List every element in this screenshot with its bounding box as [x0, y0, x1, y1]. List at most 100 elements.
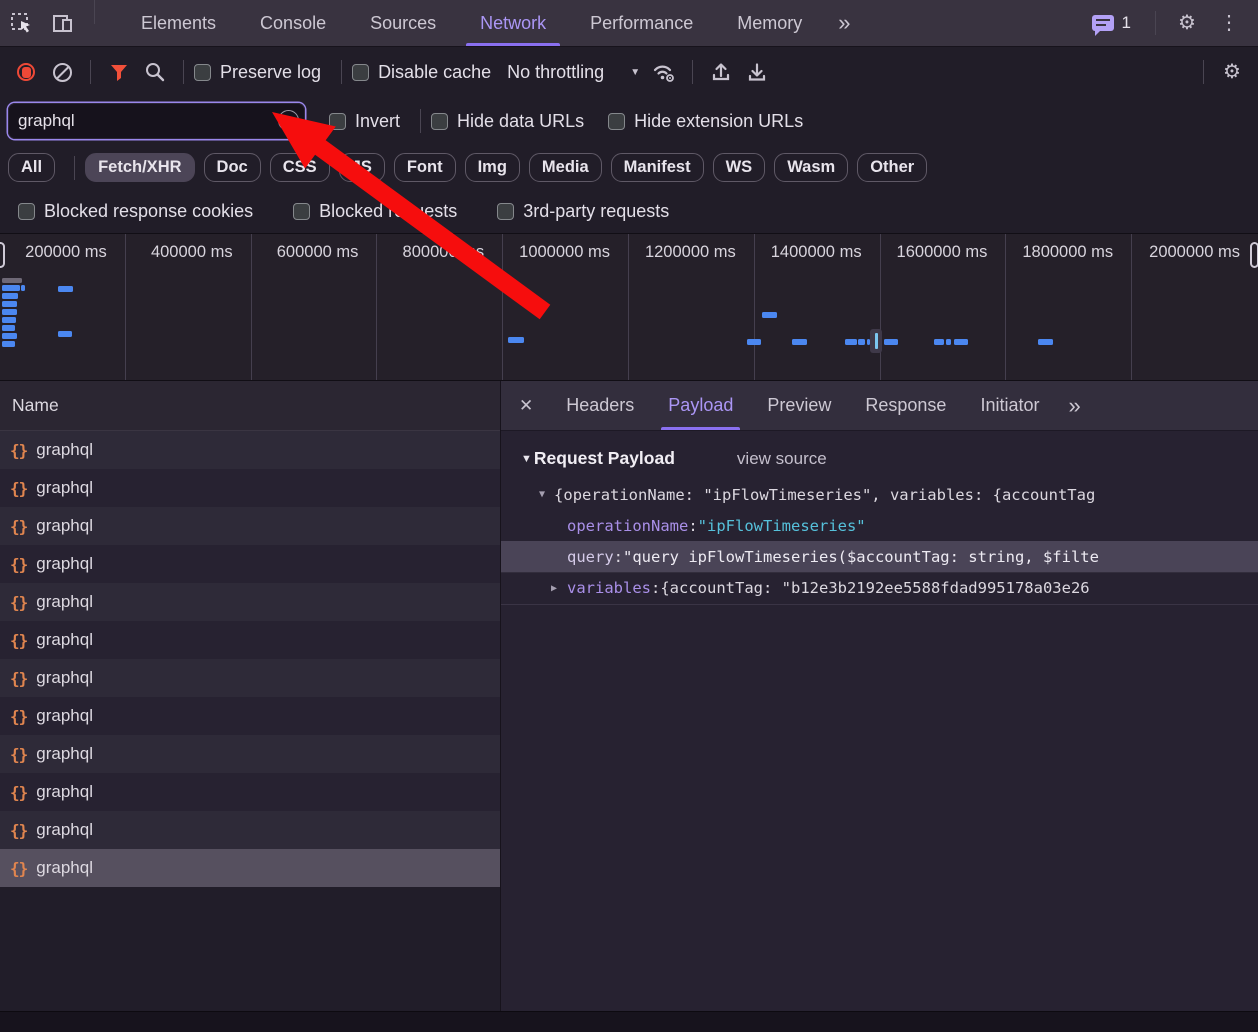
divider — [341, 60, 342, 84]
divider — [692, 60, 693, 84]
type-chip-ws[interactable]: WS — [713, 153, 766, 182]
timeline-column: 600000 ms — [252, 234, 378, 380]
name-column-header[interactable]: Name — [0, 381, 500, 431]
export-har-icon[interactable] — [739, 55, 775, 89]
timeline-column: 400000 ms — [126, 234, 252, 380]
type-chip-fetchxhr[interactable]: Fetch/XHR — [85, 153, 194, 182]
timeline-tick-label: 1400000 ms — [771, 243, 880, 261]
device-toolbar-icon[interactable] — [42, 0, 84, 46]
blocked-response-cookies-checkbox[interactable] — [18, 203, 35, 220]
timeline-request-bar — [1038, 339, 1053, 345]
disable-cache-checkbox[interactable] — [352, 64, 369, 81]
payload-root-row[interactable]: ▼ {operationName: "ipFlowTimeseries", va… — [501, 479, 1258, 510]
payload-entries: operationName: "ipFlowTimeseries"query: … — [501, 510, 1258, 603]
network-overview-timeline[interactable]: 200000 ms400000 ms600000 ms800000 ms1000… — [0, 233, 1258, 381]
request-name: graphql — [36, 706, 93, 726]
tab-network[interactable]: Network — [458, 0, 568, 46]
timeline-request-bar — [792, 339, 807, 345]
request-row[interactable]: {}graphql — [0, 811, 500, 849]
main-tabs: ElementsConsoleSourcesNetworkPerformance… — [119, 0, 824, 46]
view-source-link[interactable]: view source — [737, 449, 827, 469]
type-chip-all[interactable]: All — [8, 153, 55, 182]
timeline-request-bar — [2, 285, 20, 291]
request-row[interactable]: {}graphql — [0, 849, 500, 887]
type-filter-chips: All Fetch/XHR Doc CSS JS Font Img Media Manifest… — [0, 145, 1258, 190]
third-party-requests-checkbox[interactable] — [497, 203, 514, 220]
timeline-tick-label: 1800000 ms — [1022, 243, 1131, 261]
blocked-requests-checkbox[interactable] — [293, 203, 310, 220]
caret-down-icon: ▼ — [539, 489, 545, 500]
tab-elements[interactable]: Elements — [119, 0, 238, 46]
details-tab-initiator[interactable]: Initiator — [963, 381, 1056, 430]
request-row[interactable]: {}graphql — [0, 431, 500, 469]
payload-value: {accountTag: "b12e3b2192ee5588fdad995178… — [660, 579, 1089, 597]
timeline-tick-label: 1600000 ms — [897, 243, 1006, 261]
type-chip-wasm[interactable]: Wasm — [774, 153, 848, 182]
details-more-tabs-icon[interactable]: » — [1056, 381, 1090, 430]
tab-console[interactable]: Console — [238, 0, 348, 46]
divider — [1203, 60, 1204, 84]
overview-right-handle[interactable] — [1250, 242, 1258, 268]
request-details-panel: ✕ HeadersPayloadPreviewResponseInitiator… — [500, 381, 1258, 1011]
details-tab-preview[interactable]: Preview — [750, 381, 848, 430]
overview-left-handle[interactable] — [0, 242, 5, 268]
filter-text-input[interactable]: graphql ✕ — [8, 103, 305, 139]
search-icon[interactable] — [137, 55, 173, 89]
hide-extension-urls-checkbox[interactable] — [608, 113, 625, 130]
request-row[interactable]: {}graphql — [0, 697, 500, 735]
details-tab-headers[interactable]: Headers — [549, 381, 651, 430]
record-network-log-button[interactable] — [8, 55, 44, 89]
network-conditions-icon[interactable] — [646, 55, 682, 89]
more-tabs-icon[interactable]: » — [824, 0, 862, 46]
request-row[interactable]: {}graphql — [0, 469, 500, 507]
details-tab-response[interactable]: Response — [848, 381, 963, 430]
fetch-xhr-type-icon: {} — [10, 821, 27, 840]
request-row[interactable]: {}graphql — [0, 773, 500, 811]
type-chip-other[interactable]: Other — [857, 153, 927, 182]
tab-sources[interactable]: Sources — [348, 0, 458, 46]
filter-funnel-icon[interactable] — [101, 55, 137, 89]
fetch-xhr-type-icon: {} — [10, 783, 27, 802]
type-chip-font[interactable]: Font — [394, 153, 456, 182]
settings-gear-icon[interactable]: ⚙ — [1166, 13, 1208, 33]
issues-message-icon[interactable] — [1092, 15, 1114, 31]
type-chip-css[interactable]: CSS — [270, 153, 330, 182]
import-har-icon[interactable] — [703, 55, 739, 89]
payload-entry-operationName[interactable]: operationName: "ipFlowTimeseries" — [501, 510, 1258, 541]
type-chip-img[interactable]: Img — [465, 153, 520, 182]
type-chip-media[interactable]: Media — [529, 153, 602, 182]
invert-checkbox[interactable] — [329, 113, 346, 130]
request-row[interactable]: {} graphql — [0, 545, 500, 583]
request-row[interactable]: {}graphql — [0, 507, 500, 545]
payload-entry-variables[interactable]: ▶variables: {accountTag: "b12e3b2192ee55… — [501, 572, 1258, 603]
type-chip-doc[interactable]: Doc — [204, 153, 261, 182]
type-chip-manifest[interactable]: Manifest — [611, 153, 704, 182]
hide-extension-urls-label: Hide extension URLs — [634, 111, 803, 132]
request-row[interactable]: {}graphql — [0, 583, 500, 621]
payload-entry-query[interactable]: query: "query ipFlowTimeseries($accountT… — [501, 541, 1258, 572]
network-settings-gear-icon[interactable]: ⚙ — [1214, 55, 1250, 89]
throttling-select[interactable]: No throttling ▼ — [507, 62, 640, 83]
tab-memory[interactable]: Memory — [715, 0, 824, 46]
clear-filter-icon[interactable]: ✕ — [278, 110, 299, 131]
request-payload-section-header[interactable]: ▼ Request Payload view source — [501, 431, 1258, 479]
throttling-value: No throttling — [507, 62, 604, 83]
details-tabs: HeadersPayloadPreviewResponseInitiator — [549, 381, 1056, 430]
clear-network-log-icon[interactable] — [44, 55, 80, 89]
inspect-element-icon[interactable] — [0, 0, 42, 46]
kebab-menu-icon[interactable]: ⋮ — [1208, 13, 1250, 33]
tab-performance[interactable]: Performance — [568, 0, 715, 46]
request-row[interactable]: {}graphql — [0, 735, 500, 773]
fetch-xhr-type-icon: {} — [10, 555, 27, 574]
payload-colon: : — [688, 517, 697, 535]
request-row[interactable]: {}graphql — [0, 659, 500, 697]
divider — [183, 60, 184, 84]
request-row[interactable]: {}graphql — [0, 621, 500, 659]
preserve-log-checkbox[interactable] — [194, 64, 211, 81]
caret-right-icon[interactable]: ▶ — [551, 583, 557, 594]
details-tab-payload[interactable]: Payload — [651, 381, 750, 430]
hide-data-urls-checkbox[interactable] — [431, 113, 448, 130]
request-name: graphql — [36, 554, 93, 574]
close-details-icon[interactable]: ✕ — [501, 381, 549, 430]
type-chip-js[interactable]: JS — [339, 153, 385, 182]
